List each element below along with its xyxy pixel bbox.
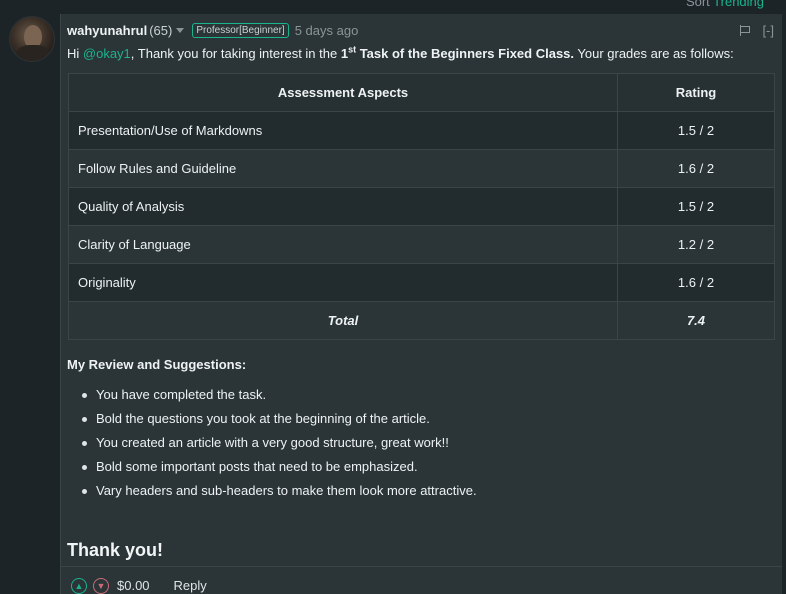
table-total-row: Total 7.4 <box>68 301 775 340</box>
aspect-cell: Quality of Analysis <box>68 187 618 226</box>
flag-icon[interactable] <box>740 24 751 36</box>
rating-cell: 1.6 / 2 <box>617 263 775 302</box>
table-row: Follow Rules and Guideline 1.6 / 2 <box>68 149 775 188</box>
role-badge: Professor[Beginner] <box>192 22 289 38</box>
header-actions: [-] <box>740 23 774 38</box>
total-label: Total <box>68 301 618 340</box>
payout-amount[interactable]: $0.00 <box>117 578 150 593</box>
intro-task-number: 1st Task of the Beginners Fixed Class. <box>340 44 575 61</box>
total-value: 7.4 <box>617 301 775 340</box>
reply-button[interactable]: Reply <box>174 578 207 593</box>
header-rating: Rating <box>617 73 775 112</box>
intro-hi: Hi <box>67 46 83 61</box>
rating-cell: 1.2 / 2 <box>617 225 775 264</box>
avatar-body <box>16 45 50 61</box>
sort-label: Sort <box>685 0 710 9</box>
timestamp-link[interactable]: 5 days ago <box>295 23 359 38</box>
list-item: Bold the questions you took at the begin… <box>82 410 477 434</box>
table-row: Quality of Analysis 1.5 / 2 <box>68 187 775 226</box>
upvote-icon[interactable]: ▲ <box>71 577 87 594</box>
avatar[interactable] <box>9 16 55 62</box>
list-item: You have completed the task. <box>82 386 477 410</box>
review-heading: My Review and Suggestions: <box>67 357 247 372</box>
grades-table: Assessment Aspects Rating Presentation/U… <box>68 73 775 340</box>
intro-num: 1 <box>340 46 349 61</box>
rating-cell: 1.5 / 2 <box>617 187 775 226</box>
aspect-cell: Presentation/Use of Markdowns <box>68 111 618 150</box>
rating-cell: 1.6 / 2 <box>617 149 775 188</box>
aspect-cell: Clarity of Language <box>68 225 618 264</box>
table-row: Clarity of Language 1.2 / 2 <box>68 225 775 264</box>
intro-text: Hi @okay1, Thank you for taking interest… <box>67 45 774 63</box>
rating-cell: 1.5 / 2 <box>617 111 775 150</box>
intro-bold: Task of the Beginners Fixed Class. <box>356 46 575 61</box>
comment-header: wahyunahrul (65) Professor[Beginner] 5 d… <box>67 20 774 40</box>
table-row: Originality 1.6 / 2 <box>68 263 775 302</box>
suggestions-list: You have completed the task. Bold the qu… <box>82 386 477 506</box>
list-item: Bold some important posts that need to b… <box>82 458 477 482</box>
aspect-cell: Follow Rules and Guideline <box>68 149 618 188</box>
comment-card: wahyunahrul (65) Professor[Beginner] 5 d… <box>60 14 782 594</box>
sort-trending-link[interactable]: Trending <box>713 0 764 9</box>
list-item: Vary headers and sub-headers to make the… <box>82 482 477 506</box>
intro-sup: st <box>348 44 357 55</box>
table-header-row: Assessment Aspects Rating <box>68 73 775 112</box>
closing-heading: Thank you! <box>67 540 164 560</box>
intro-part1: , Thank you for taking interest in the <box>130 46 341 61</box>
header-aspects: Assessment Aspects <box>68 73 618 112</box>
sort-bar: Sort Trending <box>686 0 764 9</box>
username-link[interactable]: wahyunahrul <box>67 23 147 38</box>
comment-footer: ▲ ▼ $0.00 Reply <box>61 566 782 594</box>
downvote-icon[interactable]: ▼ <box>93 577 109 594</box>
collapse-toggle[interactable]: [-] <box>762 23 774 38</box>
list-item: You created an article with a very good … <box>82 434 477 458</box>
table-row: Presentation/Use of Markdowns 1.5 / 2 <box>68 111 775 150</box>
reputation: (65) <box>149 22 173 38</box>
chevron-down-icon[interactable] <box>176 27 185 33</box>
mention-link[interactable]: @okay1 <box>83 46 131 61</box>
aspect-cell: Originality <box>68 263 618 302</box>
intro-part2: Your grades are as follows: <box>574 46 734 61</box>
